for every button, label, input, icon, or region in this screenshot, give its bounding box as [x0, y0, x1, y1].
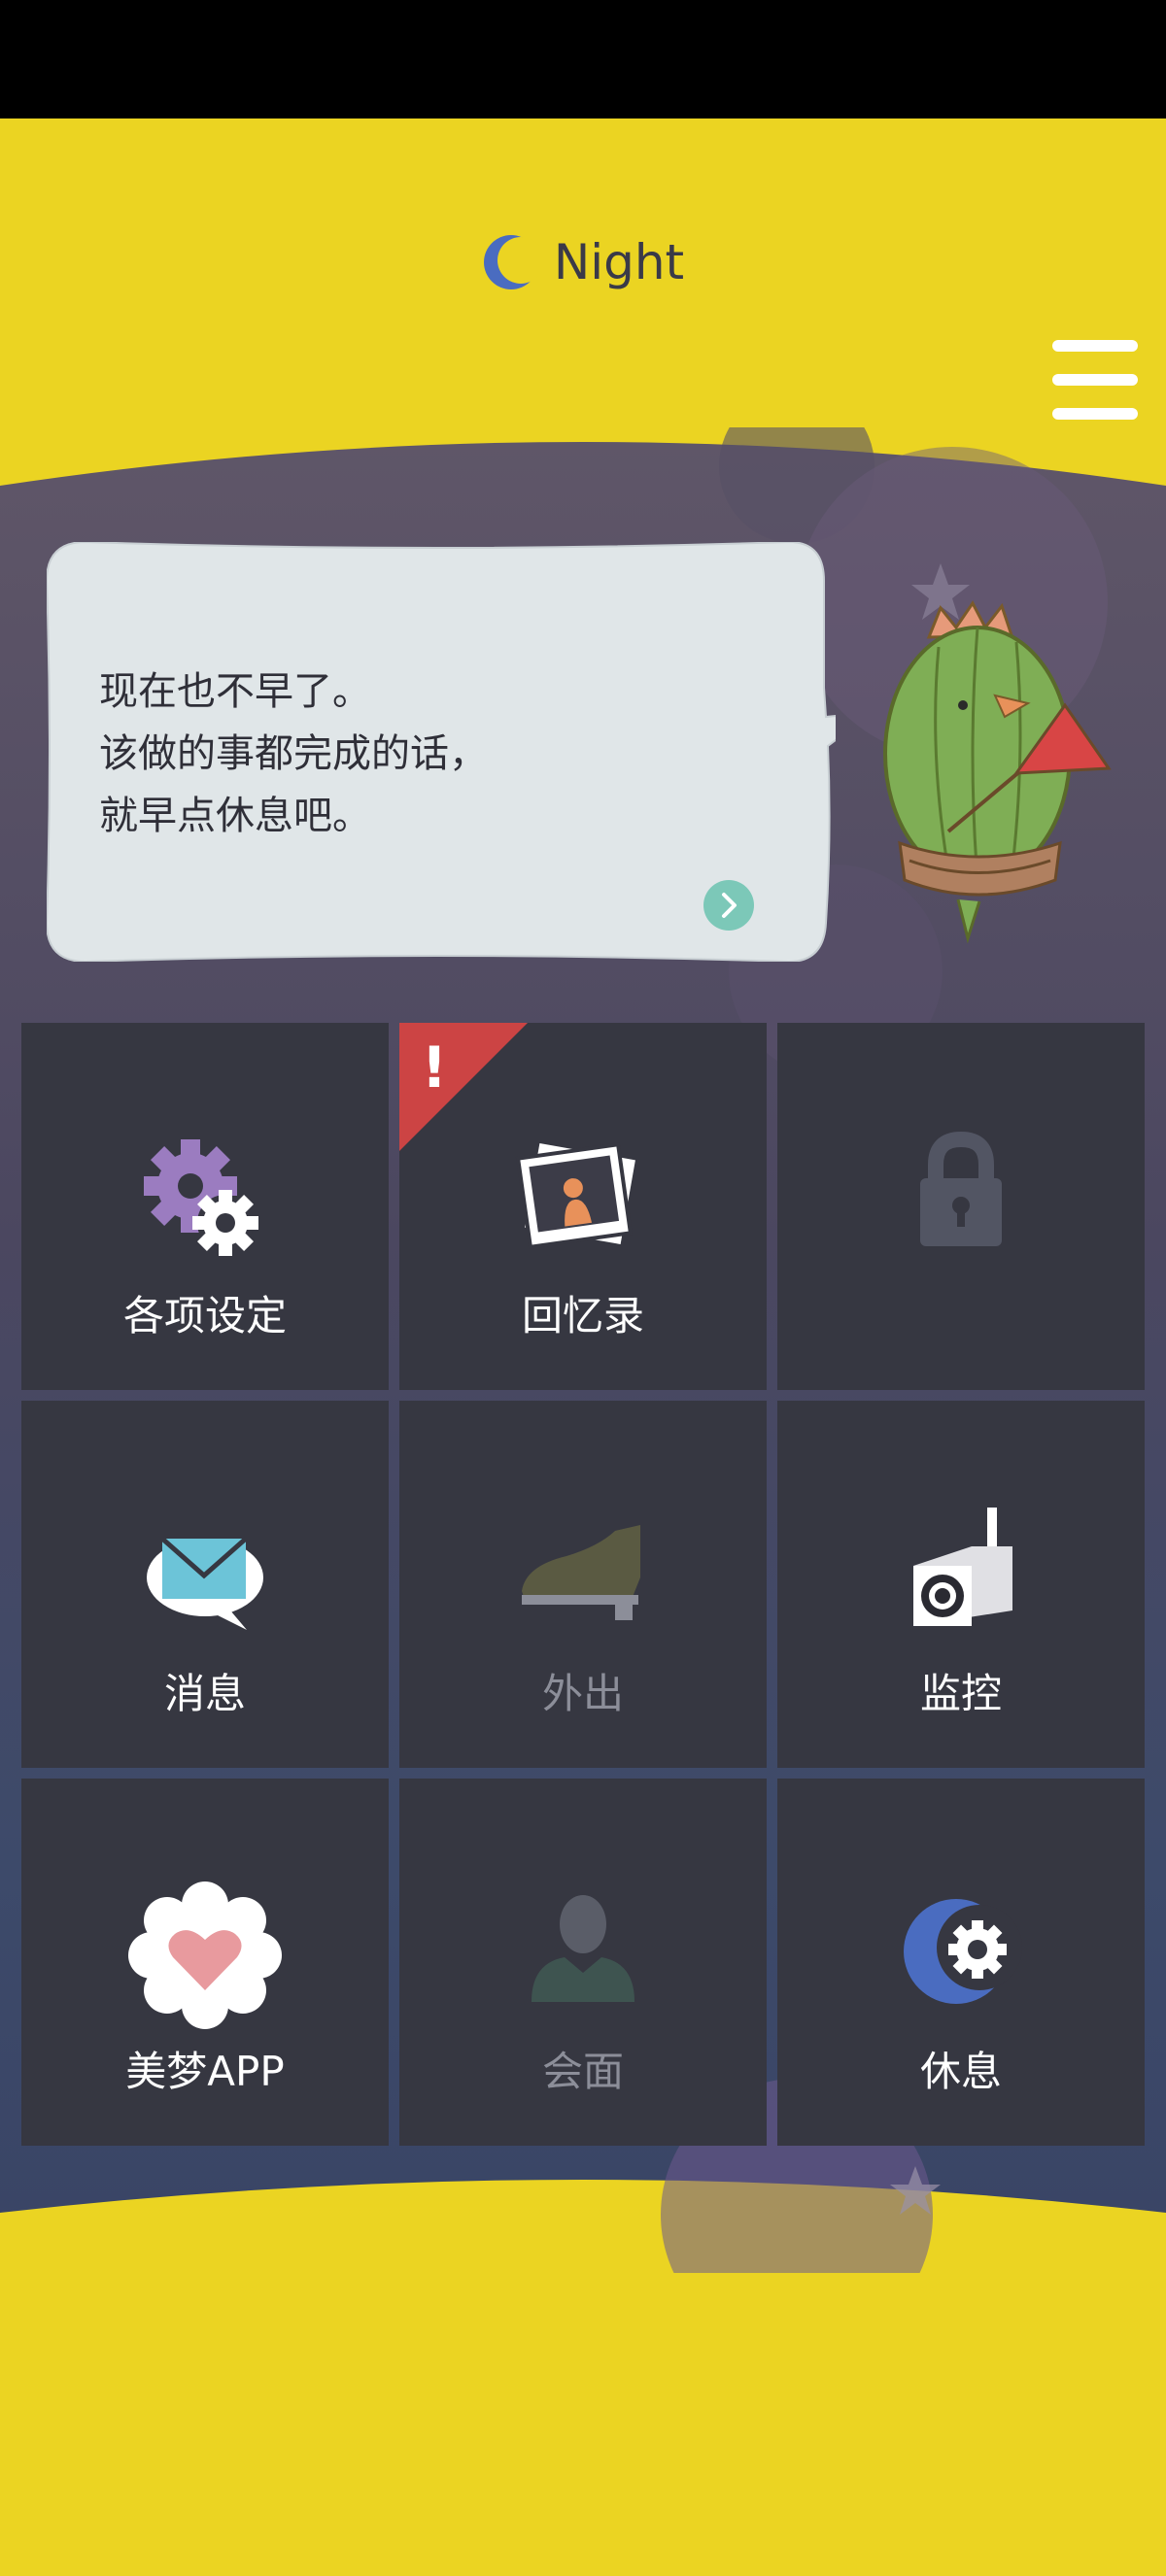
speech-line: 就早点休息吧。	[99, 794, 371, 838]
tile-label: 消息	[163, 1670, 246, 1717]
speech-line: 现在也不早了。	[99, 669, 371, 714]
tile-settings[interactable]: 各项设定	[21, 1023, 389, 1390]
tile-label: 外出	[541, 1670, 624, 1717]
tile-label: 各项设定	[122, 1292, 287, 1339]
cactus-mascot	[883, 600, 1112, 944]
alert-mark: !	[422, 1034, 447, 1101]
lock-icon	[920, 1131, 1002, 1246]
tile-rest[interactable]: 休息	[777, 1779, 1145, 2146]
status-bar	[0, 0, 1166, 119]
tile-label: 美梦APP	[125, 2048, 285, 2095]
app-header: Night	[0, 214, 1166, 311]
tile-label: 会面	[541, 2048, 624, 2095]
mode-label: Night	[553, 234, 685, 290]
crescent-moon-icon	[483, 235, 540, 289]
chevron-right-icon	[722, 893, 737, 918]
tile-memories[interactable]: 回忆录 !	[399, 1023, 767, 1390]
menu-button[interactable]	[1052, 340, 1138, 420]
menu-bar-bottom	[1052, 408, 1138, 420]
hamburger-menu-icon	[1052, 340, 1138, 352]
speech-next-button[interactable]	[703, 880, 754, 931]
tile-messages[interactable]: 消息	[21, 1401, 389, 1768]
tile-label: 回忆录	[521, 1292, 644, 1339]
tile-label: 休息	[919, 2048, 1002, 2095]
tile-locked[interactable]	[777, 1023, 1145, 1390]
menu-bar-middle	[1052, 374, 1138, 386]
tile-dream-app[interactable]: 美梦APP	[21, 1779, 389, 2146]
speech-text: 现在也不早了。 该做的事都完成的话， 就早点休息吧。	[99, 661, 760, 847]
alert-badge: !	[399, 1023, 528, 1151]
speech-line: 该做的事都完成的话，	[99, 731, 488, 776]
tile-monitor[interactable]: 监控	[777, 1401, 1145, 1768]
tile-label: 监控	[919, 1670, 1002, 1717]
tile-outing[interactable]: 外出	[399, 1401, 767, 1768]
tile-meeting[interactable]: 会面	[399, 1779, 767, 2146]
